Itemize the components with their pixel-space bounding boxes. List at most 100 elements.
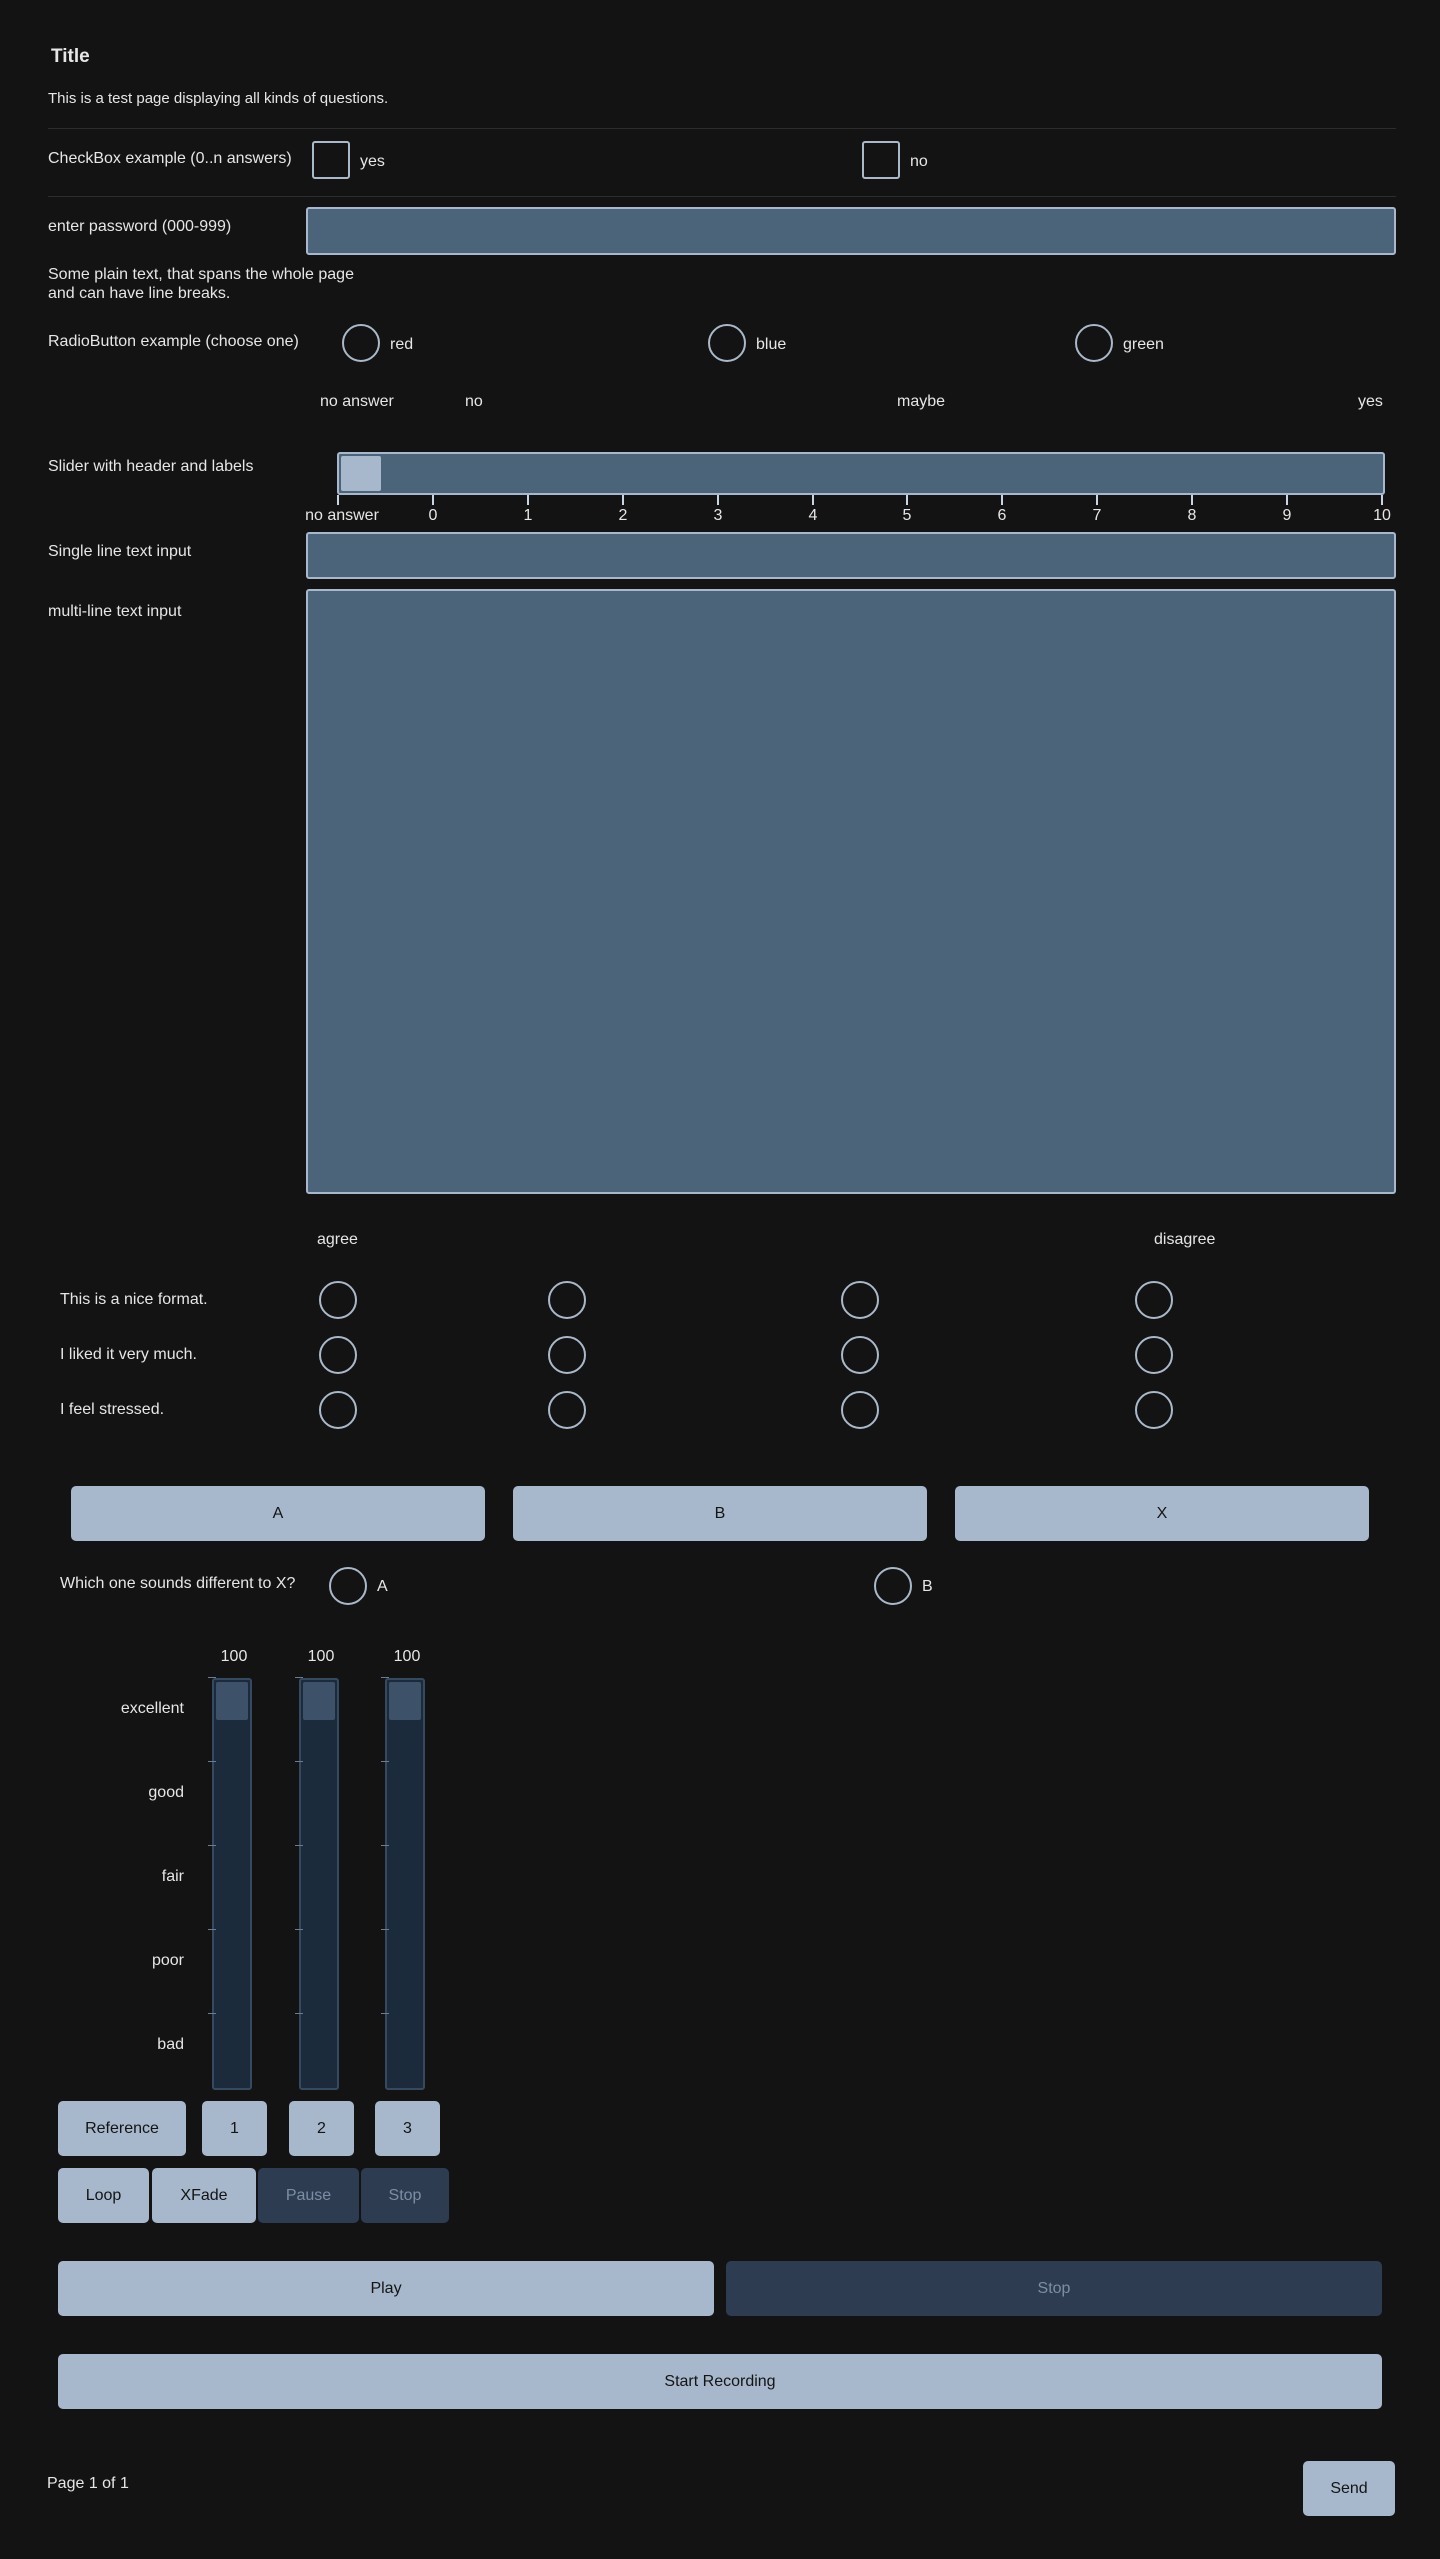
likert-radio[interactable] [1135,1391,1173,1429]
mushra-tick [381,1761,389,1762]
likert-agree-label: agree [317,1231,358,1248]
checkbox-no-label: no [910,153,928,170]
slider-tick [527,495,529,505]
abx-button-x[interactable]: X [955,1486,1369,1541]
mushra-slider[interactable] [385,1678,425,2090]
password-label: enter password (000-999) [48,218,232,235]
condition-3-button[interactable]: 3 [375,2101,440,2156]
slider-track[interactable] [337,452,1385,495]
slider-tick-label: 8 [1187,507,1197,524]
slider-handle[interactable] [341,456,381,491]
radio-red-label: red [390,336,414,353]
likert-row-label: I feel stressed. [60,1401,165,1418]
abx-radio-a[interactable] [329,1567,367,1605]
page-counter: Page 1 of 1 [47,2475,129,2492]
likert-radio[interactable] [319,1391,357,1429]
condition-2-button[interactable]: 2 [289,2101,354,2156]
reference-button[interactable]: Reference [58,2101,186,2156]
mushra-tick [381,1929,389,1930]
likert-row-label: I liked it very much. [60,1346,197,1363]
radio-blue[interactable] [708,324,746,362]
scale-bad: bad [157,2036,184,2053]
likert-radio[interactable] [548,1281,586,1319]
mushra-slider[interactable] [299,1678,339,2090]
checkbox-yes[interactable] [312,141,350,179]
slider-tick [1286,495,1288,505]
radio-green[interactable] [1075,324,1113,362]
slider-tick [1381,495,1383,505]
likert-radio[interactable] [841,1281,879,1319]
stop-button[interactable]: Stop [361,2168,449,2223]
scale-excellent: excellent [120,1700,184,1717]
radio-red[interactable] [342,324,380,362]
likert-radio[interactable] [841,1391,879,1429]
checkbox-no[interactable] [862,141,900,179]
slider-tick-label: 9 [1282,507,1292,524]
mushra-slider-handle[interactable] [216,1682,248,1720]
single-line-input[interactable] [306,532,1396,579]
abx-radio-b-label: B [922,1578,933,1595]
password-input[interactable] [306,207,1396,255]
loop-button[interactable]: Loop [58,2168,149,2223]
scale-good: good [148,1784,184,1801]
likert-radio[interactable] [1135,1336,1173,1374]
slider-tick [622,495,624,505]
slider-tick-label: 10 [1373,507,1391,524]
send-button[interactable]: Send [1303,2461,1395,2516]
slider-tick-label: 7 [1092,507,1102,524]
slider-header-no: no [465,393,483,410]
mushra-tick [295,1677,303,1678]
slider-question-label: Slider with header and labels [48,458,254,475]
slider-tick-label: 1 [523,507,533,524]
xfade-button[interactable]: XFade [152,2168,256,2223]
single-line-label: Single line text input [48,543,192,560]
mushra-slider-handle[interactable] [303,1682,335,1720]
mushra-tick [208,2013,216,2014]
mushra-tick [208,1761,216,1762]
abx-radio-b[interactable] [874,1567,912,1605]
slider-tick-label: no answer [305,507,379,524]
mushra-tick [208,1929,216,1930]
mushra-value: 100 [393,1648,421,1665]
slider-tick [337,495,339,505]
separator [48,196,1396,197]
likert-radio[interactable] [319,1336,357,1374]
radio-green-label: green [1123,336,1164,353]
likert-row-label: This is a nice format. [60,1291,208,1308]
slider-tick-label: 0 [428,507,438,524]
likert-disagree-label: disagree [1154,1231,1216,1248]
page-title: Title [51,46,90,67]
slider-tick-label: 3 [713,507,723,524]
abx-button-a[interactable]: A [71,1486,485,1541]
slider-header-yes: yes [1358,393,1383,410]
separator [48,128,1396,129]
likert-radio[interactable] [548,1391,586,1429]
slider-header-no-answer: no answer [320,393,394,410]
mushra-slider-handle[interactable] [389,1682,421,1720]
slider-header-maybe: maybe [897,393,946,410]
pause-button[interactable]: Pause [258,2168,359,2223]
slider-tick [1191,495,1193,505]
checkbox-yes-label: yes [360,153,385,170]
mushra-slider[interactable] [212,1678,252,2090]
likert-radio[interactable] [548,1336,586,1374]
start-recording-button[interactable]: Start Recording [58,2354,1382,2409]
likert-radio[interactable] [1135,1281,1173,1319]
player-stop-button[interactable]: Stop [726,2261,1382,2316]
multi-line-input[interactable] [306,589,1396,1194]
multi-line-label: multi-line text input [48,603,182,620]
likert-radio[interactable] [319,1281,357,1319]
checkbox-question-label: CheckBox example (0..n answers) [48,150,292,167]
abx-radio-a-label: A [377,1578,388,1595]
condition-1-button[interactable]: 1 [202,2101,267,2156]
mushra-tick [208,1677,216,1678]
slider-tick-label: 6 [997,507,1007,524]
mushra-tick [208,1845,216,1846]
likert-radio[interactable] [841,1336,879,1374]
mushra-tick [381,1677,389,1678]
slider-tick [1001,495,1003,505]
abx-button-b[interactable]: B [513,1486,927,1541]
slider-tick-label: 5 [902,507,912,524]
slider-tick [906,495,908,505]
play-button[interactable]: Play [58,2261,714,2316]
